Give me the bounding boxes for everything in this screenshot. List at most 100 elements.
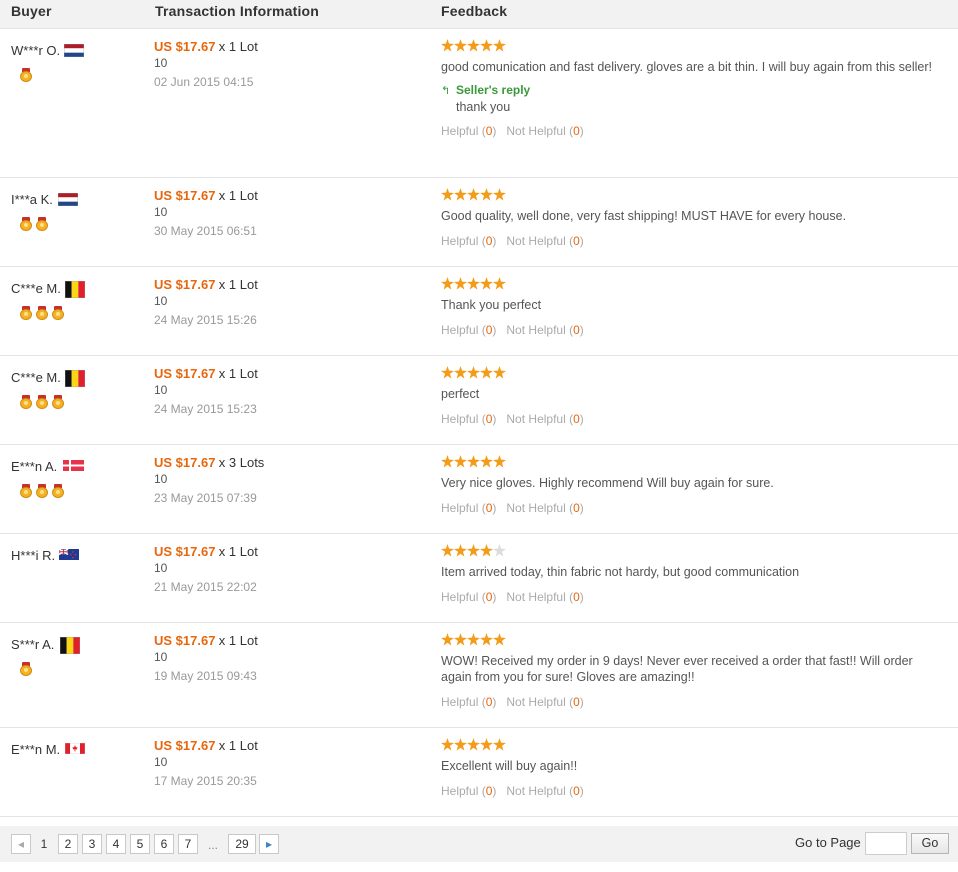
star-icon: [480, 738, 493, 751]
quantity: x 1 Lot: [218, 39, 258, 54]
price: US $17.67: [154, 544, 216, 559]
seller-reply-text: thank you: [456, 100, 511, 114]
not-helpful-count: 0: [573, 124, 580, 138]
star-icon: [480, 277, 493, 290]
page-6[interactable]: 6: [154, 834, 174, 854]
star-rating: [441, 188, 946, 202]
helpful-button[interactable]: Helpful (0): [441, 124, 496, 138]
quantity: x 1 Lot: [218, 188, 258, 203]
page-2[interactable]: 2: [58, 834, 78, 854]
not-helpful-button[interactable]: Not Helpful (0): [506, 234, 583, 248]
go-button[interactable]: Go: [911, 833, 949, 854]
star-icon: [493, 366, 506, 379]
feedback-text: good comunication and fast delivery. glo…: [441, 60, 932, 74]
feedback-text: Item arrived today, thin fabric not hard…: [441, 565, 800, 579]
transaction-date: 17 May 2015 20:35: [154, 774, 257, 788]
belgium-flag: [64, 280, 86, 301]
star-icon: [480, 366, 493, 379]
goto-page-label: Go to Page: [795, 835, 861, 850]
transaction-info: US $17.67 x 1 Lot 10 30 May 2015 06:51: [154, 188, 258, 238]
buyer-name[interactable]: C***e M.: [11, 370, 61, 385]
star-icon: [454, 633, 467, 646]
helpful-button[interactable]: Helpful (0): [441, 695, 496, 709]
netherlands-flag: [57, 192, 79, 209]
buyer-name[interactable]: S***r A.: [11, 637, 54, 652]
page-3[interactable]: 3: [82, 834, 102, 854]
star-icon: [441, 277, 454, 290]
medal-icon: [36, 395, 48, 409]
star-icon: [493, 633, 506, 646]
page-7[interactable]: 7: [178, 834, 198, 854]
price: US $17.67: [154, 738, 216, 753]
feedback-content: Thank you perfect Helpful (0) Not Helpful …: [441, 277, 946, 337]
chevron-right-icon[interactable]: ▸: [259, 834, 279, 854]
helpful-button[interactable]: Helpful (0): [441, 501, 496, 515]
page-last[interactable]: 29: [228, 834, 256, 854]
buyer-name[interactable]: E***n M.: [11, 742, 60, 757]
buyer-medals: [20, 662, 36, 678]
pagination-bar: ◂ 1 2 3 4 5 6 7 ... 29 ▸ Go to Page Go: [0, 826, 958, 862]
not-helpful-count: 0: [573, 501, 580, 515]
helpful-button[interactable]: Helpful (0): [441, 412, 496, 426]
not-helpful-button[interactable]: Not Helpful (0): [506, 501, 583, 515]
star-icon: [441, 544, 454, 557]
medal-icon: [36, 484, 48, 498]
helpful-button[interactable]: Helpful (0): [441, 590, 496, 604]
buyer-name[interactable]: H***i R.: [11, 548, 55, 563]
transaction-column-header: Transaction Information: [155, 3, 320, 19]
helpful-votes: Helpful (0) Not Helpful (0): [441, 590, 946, 604]
medal-icon: [52, 395, 64, 409]
star-rating: [441, 544, 946, 558]
star-icon: [454, 544, 467, 557]
buyer-name[interactable]: I***a K.: [11, 192, 53, 207]
goto-page-input[interactable]: [865, 832, 907, 855]
not-helpful-button[interactable]: Not Helpful (0): [506, 323, 583, 337]
price: US $17.67: [154, 39, 216, 54]
star-icon: [467, 277, 480, 290]
not-helpful-button[interactable]: Not Helpful (0): [506, 695, 583, 709]
reply-arrow-icon: ↰: [441, 85, 451, 97]
buyer-medals: [20, 68, 36, 84]
belgium-flag: [59, 636, 81, 657]
helpful-button[interactable]: Helpful (0): [441, 784, 496, 798]
helpful-count: 0: [485, 124, 493, 138]
price: US $17.67: [154, 633, 216, 648]
star-icon: [454, 188, 467, 201]
not-helpful-button[interactable]: Not Helpful (0): [506, 784, 583, 798]
medal-icon: [52, 306, 64, 320]
star-icon: [467, 738, 480, 751]
star-icon: [441, 188, 454, 201]
page-5[interactable]: 5: [130, 834, 150, 854]
star-icon: [454, 738, 467, 751]
transaction-info: US $17.67 x 1 Lot 10 24 May 2015 15:26: [154, 277, 258, 327]
feedback-text: perfect: [441, 387, 480, 401]
helpful-votes: Helpful (0) Not Helpful (0): [441, 695, 946, 709]
buyer-name[interactable]: W***r O.: [11, 43, 60, 58]
page-4[interactable]: 4: [106, 834, 126, 854]
transaction-date: 23 May 2015 07:39: [154, 491, 257, 505]
feedback-content: good comunication and fast delivery. glo…: [441, 39, 946, 138]
star-icon: [467, 188, 480, 201]
not-helpful-button[interactable]: Not Helpful (0): [506, 412, 583, 426]
quantity: x 1 Lot: [218, 366, 258, 381]
helpful-button[interactable]: Helpful (0): [441, 323, 496, 337]
helpful-button[interactable]: Helpful (0): [441, 234, 496, 248]
transaction-detail: 10: [154, 56, 168, 70]
transaction-detail: 10: [154, 205, 168, 219]
buyer-name[interactable]: E***n A.: [11, 459, 57, 474]
not-helpful-button[interactable]: Not Helpful (0): [506, 124, 583, 138]
page-1[interactable]: 1: [34, 834, 54, 854]
not-helpful-button[interactable]: Not Helpful (0): [506, 590, 583, 604]
helpful-votes: Helpful (0) Not Helpful (0): [441, 323, 946, 337]
not-helpful-count: 0: [573, 234, 580, 248]
medal-icon: [20, 217, 32, 231]
buyer-name[interactable]: C***e M.: [11, 281, 61, 296]
star-icon: [441, 738, 454, 751]
price: US $17.67: [154, 455, 216, 470]
transaction-detail: 10: [154, 561, 168, 575]
star-icon: [454, 455, 467, 468]
medal-icon: [36, 217, 48, 231]
netherlands-flag: [63, 43, 85, 60]
buyer-medals: [20, 395, 68, 411]
chevron-left-icon[interactable]: ◂: [11, 834, 31, 854]
